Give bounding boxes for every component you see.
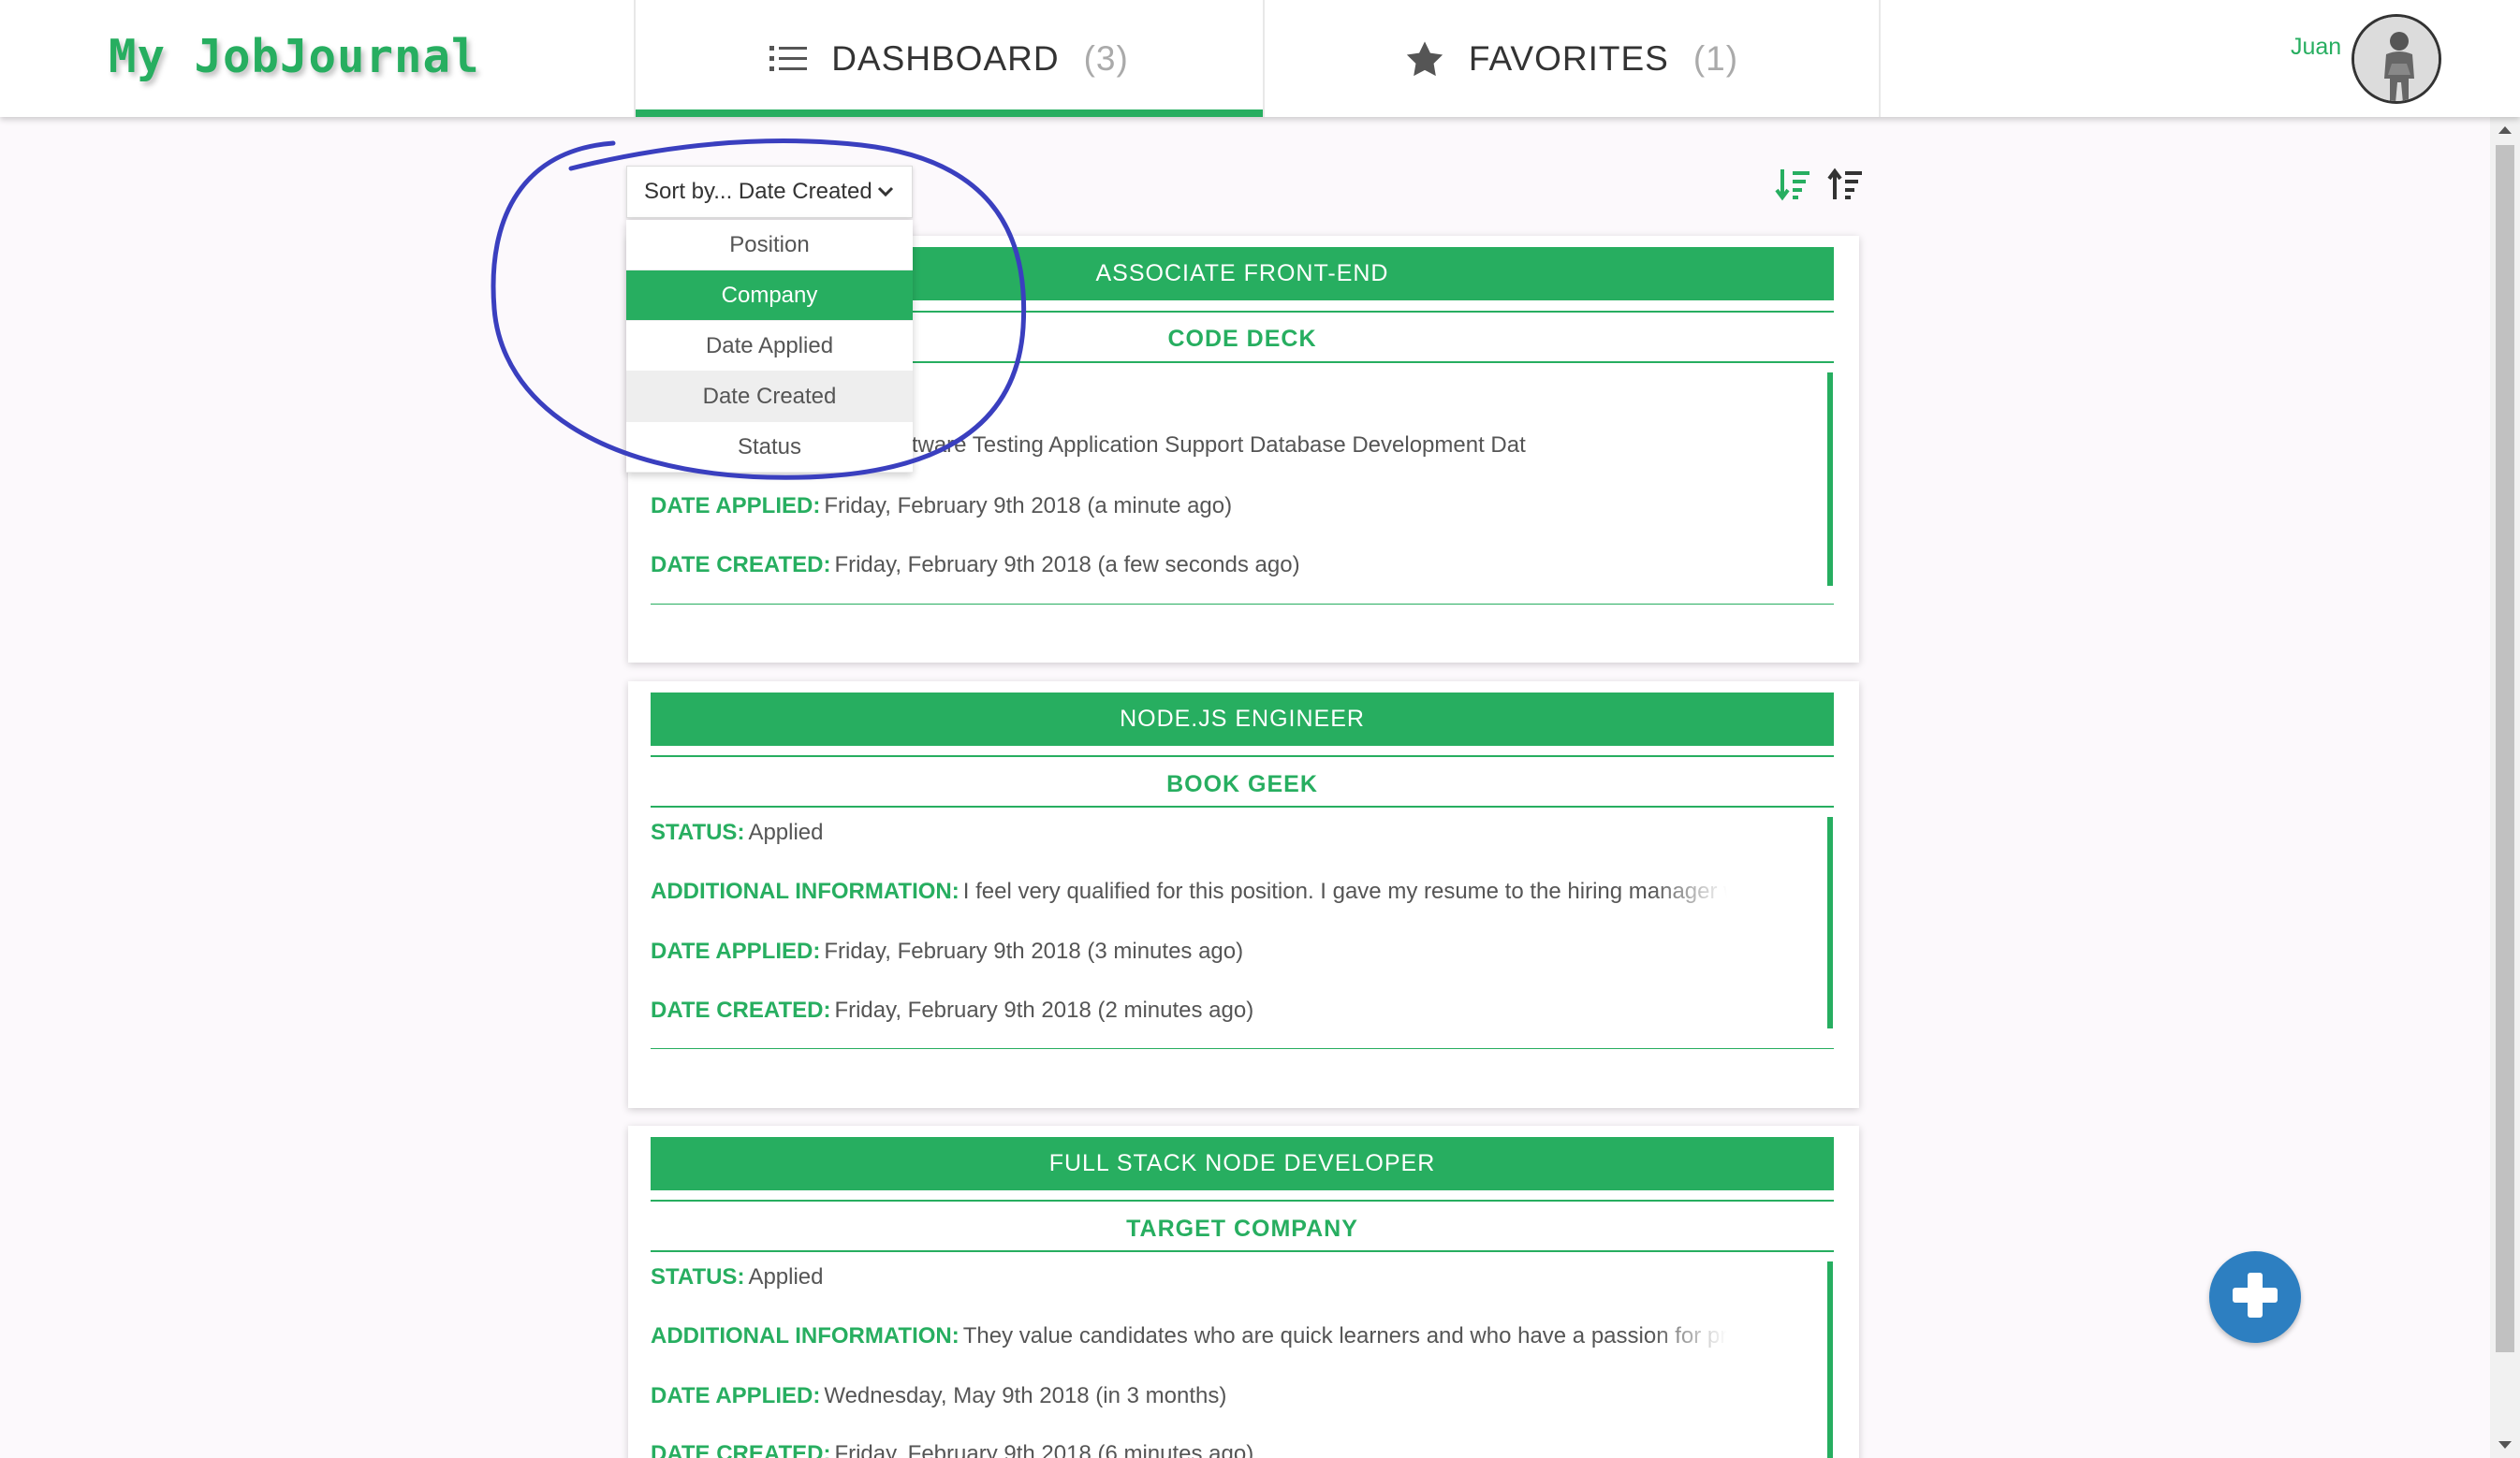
star-icon — [1405, 40, 1444, 78]
job-position[interactable]: NODE.JS ENGINEER — [651, 693, 1834, 746]
sort-descending-icon[interactable] — [1775, 166, 1812, 203]
tab-favorites[interactable]: FAVORITES (1) — [1263, 0, 1881, 117]
sort-select[interactable]: Sort by... Date Created — [626, 166, 913, 218]
sort-dropdown-menu: Position Company Date Applied Date Creat… — [626, 220, 913, 473]
scrollbar-thumb[interactable] — [2496, 145, 2514, 1352]
chevron-down-icon — [876, 182, 895, 208]
sort-option-date-created[interactable]: Date Created — [626, 372, 913, 422]
sort-option-position[interactable]: Position — [626, 220, 913, 270]
sort-order-controls — [1775, 166, 1865, 203]
status-value: Applied — [748, 1264, 824, 1290]
job-card[interactable]: FULL STACK NODE DEVELOPER TARGET COMPANY… — [628, 1126, 1859, 1458]
user-name[interactable]: Juan — [2291, 34, 2341, 61]
status-label: STATUS: — [651, 820, 745, 845]
divider — [651, 1048, 1834, 1049]
job-card[interactable]: NODE.JS ENGINEER BOOK GEEK STATUS: Applie… — [628, 681, 1859, 1108]
job-date-applied: DATE APPLIED: Friday, February 9th 2018 (… — [651, 939, 1727, 965]
date-created-label: DATE CREATED: — [651, 1441, 831, 1458]
tab-dashboard-label: DASHBOARD — [831, 38, 1060, 78]
divider — [651, 806, 1834, 808]
tab-dashboard[interactable]: DASHBOARD (3) — [634, 0, 1263, 117]
divider — [651, 1200, 1834, 1202]
job-status: STATUS: Applied — [651, 820, 1727, 846]
job-date-created: DATE CREATED: Friday, February 9th 2018 (… — [651, 998, 1727, 1024]
card-body-accent — [1827, 372, 1833, 586]
scroll-down-arrow-icon[interactable] — [2498, 1441, 2512, 1449]
date-applied-value: Friday, February 9th 2018 (3 minutes ago… — [824, 939, 1244, 964]
divider — [651, 604, 1834, 605]
sort-option-date-applied[interactable]: Date Applied — [626, 321, 913, 372]
sort-option-status[interactable]: Status — [626, 422, 913, 473]
date-created-label: DATE CREATED: — [651, 998, 831, 1023]
job-date-created: DATE CREATED: Friday, February 9th 2018 (… — [651, 552, 1727, 578]
card-body-accent — [1827, 817, 1833, 1028]
job-company: TARGET COMPANY — [1126, 1215, 1358, 1242]
job-company: BOOK GEEK — [1166, 770, 1318, 797]
date-applied-label: DATE APPLIED: — [651, 493, 821, 518]
plus-icon — [2227, 1267, 2283, 1328]
divider — [651, 1250, 1834, 1252]
tab-dashboard-count: (3) — [1083, 38, 1129, 78]
page-scrollbar[interactable] — [2490, 117, 2520, 1458]
job-date-applied: DATE APPLIED: Friday, February 9th 2018 (… — [651, 493, 1727, 519]
sort-ascending-icon[interactable] — [1827, 166, 1865, 203]
job-position[interactable]: FULL STACK NODE DEVELOPER — [651, 1137, 1834, 1190]
additional-info-value: They value candidates who are quick lear… — [962, 1323, 1727, 1349]
job-date-applied: DATE APPLIED: Wednesday, May 9th 2018 (in… — [651, 1383, 1727, 1409]
job-status: STATUS: Applied — [651, 1264, 1727, 1290]
status-value: Applied — [748, 820, 824, 845]
date-applied-value: Friday, February 9th 2018 (a minute ago) — [824, 493, 1233, 518]
date-created-value: Friday, February 9th 2018 (2 minutes ago… — [834, 998, 1254, 1023]
additional-info-label: ADDITIONAL INFORMATION: — [651, 1323, 960, 1349]
job-date-created: DATE CREATED: Friday, February 9th 2018 (… — [651, 1441, 1727, 1458]
job-additional-info: ADDITIONAL INFORMATION: I feel very quali… — [651, 879, 1727, 905]
date-created-label: DATE CREATED: — [651, 552, 831, 577]
active-tab-indicator — [636, 109, 1263, 117]
date-created-value: Friday, February 9th 2018 (a few seconds… — [834, 552, 1300, 577]
additional-info-label: ADDITIONAL INFORMATION: — [651, 879, 960, 904]
sort-option-company[interactable]: Company — [626, 270, 913, 321]
list-icon — [769, 44, 808, 74]
job-additional-info: ADDITIONAL INFORMATION: They value candid… — [651, 1323, 1727, 1349]
date-applied-label: DATE APPLIED: — [651, 939, 821, 964]
app-logo[interactable]: My JobJournal — [109, 30, 480, 83]
tab-favorites-label: FAVORITES — [1468, 38, 1669, 78]
divider — [651, 755, 1834, 757]
user-avatar[interactable] — [2352, 14, 2441, 104]
card-body-accent — [1827, 1261, 1833, 1458]
tab-favorites-count: (1) — [1692, 38, 1739, 78]
top-navbar: My JobJournal DASHBOARD (3) FAVORITES (1… — [0, 0, 2520, 117]
date-applied-value: Wednesday, May 9th 2018 (in 3 months) — [824, 1383, 1227, 1408]
scroll-up-arrow-icon[interactable] — [2498, 126, 2512, 134]
date-created-value: Friday, February 9th 2018 (6 minutes ago… — [834, 1441, 1254, 1458]
add-job-button[interactable] — [2209, 1251, 2301, 1343]
additional-info-value: I feel very qualified for this position.… — [962, 879, 1727, 904]
date-applied-label: DATE APPLIED: — [651, 1383, 821, 1408]
status-label: STATUS: — [651, 1264, 745, 1290]
sort-select-value: Sort by... Date Created — [644, 179, 872, 204]
